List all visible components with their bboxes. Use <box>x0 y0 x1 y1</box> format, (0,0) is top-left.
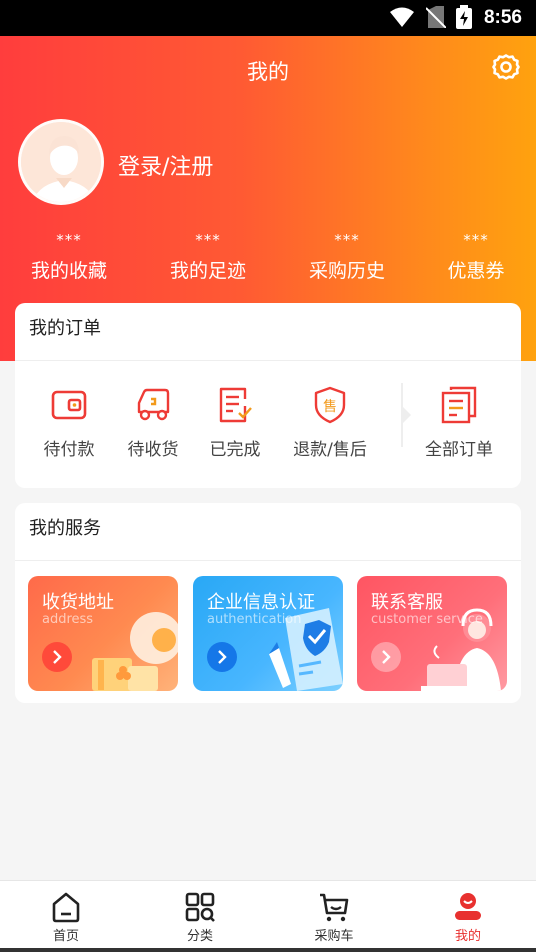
all-orders-icon <box>441 386 477 424</box>
service-go-button[interactable] <box>207 642 237 672</box>
order-item-label: 全部订单 <box>425 440 493 460</box>
stat-favorites[interactable]: *** 我的收藏 <box>14 232 124 283</box>
bottom-tab-bar: 首页 分类 采购车 我的 <box>0 880 536 952</box>
tab-label: 分类 <box>186 929 213 944</box>
checklist-icon <box>219 387 252 423</box>
battery-icon <box>456 5 472 29</box>
svg-text:售: 售 <box>323 399 337 415</box>
chevron-right-icon <box>53 650 62 664</box>
orders-card: 我的订单 待付款 待收货 已完成 售 退款/售后 全部订单 <box>15 303 521 488</box>
avatar[interactable] <box>18 119 104 205</box>
order-item-label: 退款/售后 <box>293 440 367 460</box>
service-address[interactable]: 收货地址 address <box>28 576 178 691</box>
stat-value: *** <box>463 231 489 249</box>
system-navigation-bar <box>0 948 536 952</box>
chevron-right-icon <box>218 650 227 664</box>
service-subtitle: customer service <box>371 612 483 627</box>
gear-icon[interactable] <box>492 53 520 81</box>
no-sim-icon <box>426 6 446 28</box>
tab-home[interactable]: 首页 <box>21 891 111 944</box>
login-register-link[interactable]: 登录/注册 <box>118 149 213 181</box>
stat-purchase-history[interactable]: *** 采购历史 <box>292 232 402 283</box>
stat-label: 采购历史 <box>308 260 385 282</box>
status-bar: 8:56 <box>0 0 536 36</box>
service-subtitle: authentication <box>207 612 302 627</box>
wallet-icon <box>51 390 87 420</box>
service-customer-service[interactable]: 联系客服 customer service <box>357 576 507 691</box>
user-profile-icon <box>455 893 481 920</box>
order-item-label: 已完成 <box>209 440 261 460</box>
tab-category[interactable]: 分类 <box>155 891 245 944</box>
tab-label: 首页 <box>52 929 79 944</box>
home-icon <box>52 892 80 923</box>
chevron-right-icon <box>382 650 391 664</box>
service-title: 联系客服 <box>371 592 443 613</box>
stat-label: 优惠券 <box>447 260 505 282</box>
services-card: 我的服务 收货地址 address 企业信息认证 authentication <box>15 503 521 703</box>
service-title: 企业信息认证 <box>207 592 315 613</box>
truck-icon <box>137 388 170 421</box>
order-completed[interactable]: 已完成 <box>185 385 285 460</box>
stat-footprints[interactable]: *** 我的足迹 <box>153 232 263 283</box>
services-card-title: 我的服务 <box>15 503 521 561</box>
stat-value: *** <box>56 231 82 249</box>
tab-purchase-cart[interactable]: 采购车 <box>289 891 379 944</box>
stat-label: 我的收藏 <box>30 260 107 282</box>
status-time: 8:56 <box>483 7 522 28</box>
order-refund-after-sale[interactable]: 售 退款/售后 <box>280 385 380 460</box>
stat-value: *** <box>195 231 221 249</box>
service-enterprise-auth[interactable]: 企业信息认证 authentication <box>193 576 343 691</box>
stat-label: 我的足迹 <box>169 260 246 282</box>
service-title: 收货地址 <box>42 592 114 613</box>
service-subtitle: address <box>42 612 94 627</box>
cart-icon <box>320 893 349 922</box>
service-go-button[interactable] <box>42 642 72 672</box>
wifi-icon <box>390 7 414 27</box>
tab-label: 采购车 <box>314 929 354 944</box>
after-sale-shield-icon: 售 <box>314 386 346 424</box>
page-title: 我的 <box>247 60 289 84</box>
stat-coupons[interactable]: *** 优惠券 <box>421 232 531 283</box>
category-grid-icon <box>185 892 215 922</box>
tab-label: 我的 <box>454 929 481 944</box>
tab-mine[interactable]: 我的 <box>423 891 513 944</box>
orders-card-title: 我的订单 <box>15 303 521 361</box>
order-all[interactable]: 全部订单 <box>409 385 509 460</box>
stat-value: *** <box>334 231 360 249</box>
service-go-button[interactable] <box>371 642 401 672</box>
